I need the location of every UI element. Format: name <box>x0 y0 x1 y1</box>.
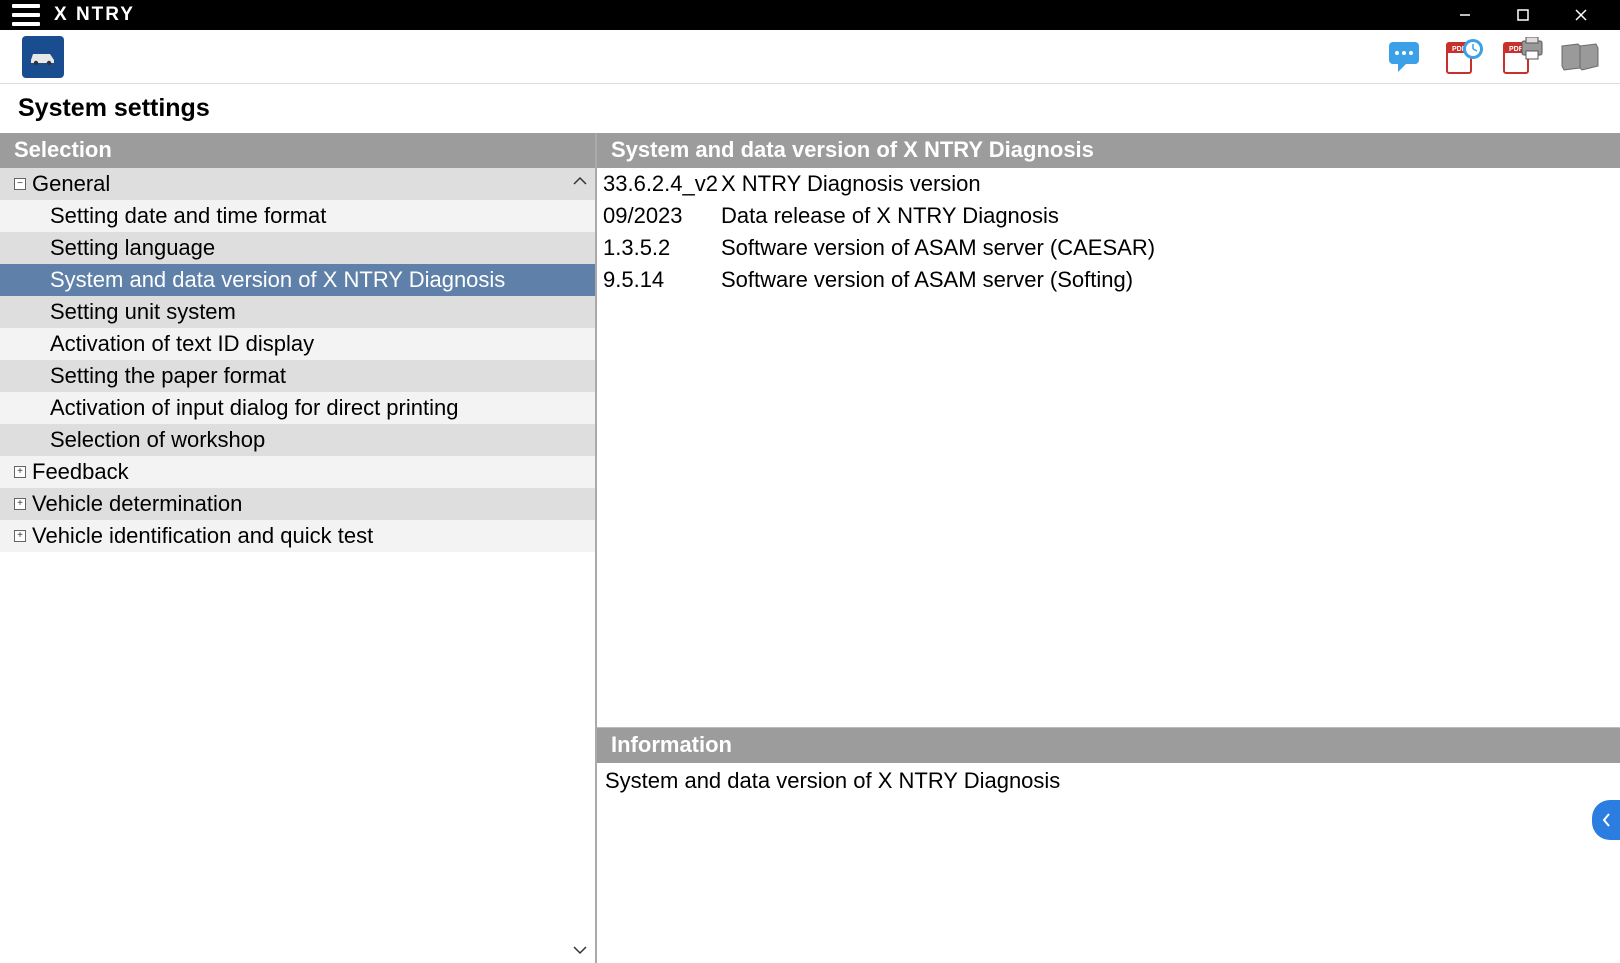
collapse-icon[interactable]: − <box>14 178 26 190</box>
tree-group[interactable]: + Vehicle identification and quick test <box>0 520 595 552</box>
tree: −GeneralSetting date and time formatSett… <box>0 168 595 552</box>
selection-header: Selection <box>0 133 595 168</box>
titlebar-left: X NTRY <box>12 4 135 26</box>
window-controls <box>1450 0 1614 30</box>
vehicle-button[interactable] <box>22 36 64 78</box>
tree-item[interactable]: Setting date and time format <box>0 200 595 232</box>
chat-icon[interactable] <box>1384 35 1428 79</box>
version-value: 1.3.5.2 <box>601 235 721 261</box>
toolbar: PDF PDF <box>0 30 1620 84</box>
car-icon <box>28 48 58 66</box>
scroll-up-icon[interactable] <box>569 170 591 192</box>
version-label: X NTRY Diagnosis version <box>721 171 1616 197</box>
menu-button[interactable] <box>12 4 40 26</box>
titlebar: X NTRY <box>0 0 1620 30</box>
tree-scroll: −GeneralSetting date and time formatSett… <box>0 168 595 963</box>
tree-group-label: General <box>32 171 110 197</box>
tree-item[interactable]: Setting unit system <box>0 296 595 328</box>
scroll-down-icon[interactable] <box>569 939 591 961</box>
tree-item[interactable]: System and data version of X NTRY Diagno… <box>0 264 595 296</box>
expand-icon[interactable]: + <box>14 530 26 542</box>
close-button[interactable] <box>1566 0 1596 30</box>
content: Selection −GeneralSetting date and time … <box>0 133 1620 963</box>
right-pane: System and data version of X NTRY Diagno… <box>597 133 1620 963</box>
version-row: 9.5.14Software version of ASAM server (S… <box>597 264 1620 296</box>
version-label: Software version of ASAM server (Softing… <box>721 267 1616 293</box>
version-row: 09/2023Data release of X NTRY Diagnosis <box>597 200 1620 232</box>
version-row: 33.6.2.4_v2X NTRY Diagnosis version <box>597 168 1620 200</box>
tree-item[interactable]: Activation of text ID display <box>0 328 595 360</box>
toolbar-left <box>22 36 64 78</box>
version-value: 33.6.2.4_v2 <box>601 171 721 197</box>
version-row: 1.3.5.2Software version of ASAM server (… <box>597 232 1620 264</box>
version-table: 33.6.2.4_v2X NTRY Diagnosis version09/20… <box>597 168 1620 727</box>
pdf-recent-icon[interactable]: PDF <box>1442 35 1486 79</box>
toolbar-right: PDF PDF <box>1384 35 1602 79</box>
version-header: System and data version of X NTRY Diagno… <box>597 133 1620 168</box>
expand-icon[interactable]: + <box>14 498 26 510</box>
tree-item[interactable]: Setting the paper format <box>0 360 595 392</box>
version-value: 09/2023 <box>601 203 721 229</box>
expand-icon[interactable]: + <box>14 466 26 478</box>
tree-group[interactable]: −General <box>0 168 595 200</box>
side-tab-toggle[interactable] <box>1592 800 1620 840</box>
app-title: X NTRY <box>54 4 135 26</box>
info-body: System and data version of X NTRY Diagno… <box>597 763 1620 799</box>
tree-group[interactable]: + Vehicle determination <box>0 488 595 520</box>
tree-group[interactable]: + Feedback <box>0 456 595 488</box>
tree-group-label: Feedback <box>32 459 129 485</box>
tree-group-label: Vehicle identification and quick test <box>32 523 373 549</box>
version-value: 9.5.14 <box>601 267 721 293</box>
minimize-button[interactable] <box>1450 0 1480 30</box>
info-header: Information <box>597 728 1620 763</box>
maximize-button[interactable] <box>1508 0 1538 30</box>
version-label: Software version of ASAM server (CAESAR) <box>721 235 1616 261</box>
book-icon[interactable] <box>1558 35 1602 79</box>
left-pane: Selection −GeneralSetting date and time … <box>0 133 597 963</box>
version-label: Data release of X NTRY Diagnosis <box>721 203 1616 229</box>
tree-item[interactable]: Selection of workshop <box>0 424 595 456</box>
tree-item[interactable]: Setting language <box>0 232 595 264</box>
page-title: System settings <box>0 84 1620 133</box>
tree-group-label: Vehicle determination <box>32 491 242 517</box>
tree-item[interactable]: Activation of input dialog for direct pr… <box>0 392 595 424</box>
info-pane: Information System and data version of X… <box>597 727 1620 963</box>
pdf-print-icon[interactable]: PDF <box>1500 35 1544 79</box>
